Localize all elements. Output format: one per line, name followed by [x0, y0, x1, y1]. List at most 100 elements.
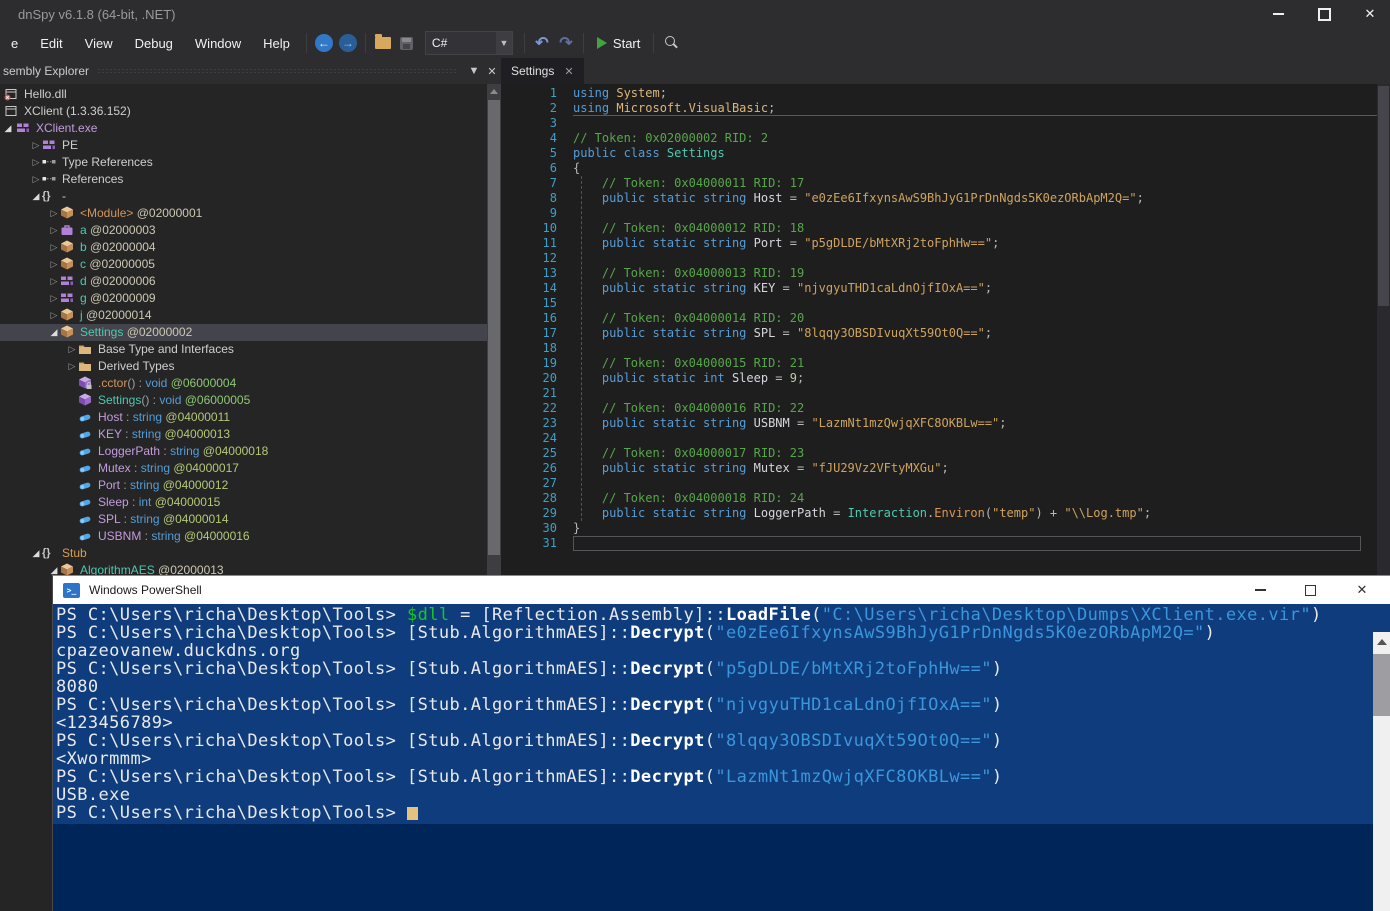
- expand-arrow-icon[interactable]: ▷: [30, 171, 42, 188]
- code-line-8[interactable]: 8 public static string Host = "e0zEe6Ifx…: [501, 191, 1377, 206]
- scrollbar-thumb[interactable]: [1373, 654, 1390, 716]
- code-line-21[interactable]: 21: [501, 386, 1377, 401]
- tree-item-module-class[interactable]: ▷<Module> @02000001: [0, 205, 487, 222]
- tree-item-class-b[interactable]: ▷b @02000004: [0, 239, 487, 256]
- scroll-up-icon[interactable]: [490, 89, 498, 94]
- dnspy-titlebar[interactable]: dnSpy v6.1.8 (64-bit, .NET) ✕: [0, 0, 1390, 28]
- code-line-23[interactable]: 23 public static string USBNM = "LazmNt1…: [501, 416, 1377, 431]
- tree-item-class-d[interactable]: ▷d @02000006: [0, 273, 487, 290]
- navigate-forward-button[interactable]: →: [336, 31, 360, 55]
- save-all-button[interactable]: [395, 31, 419, 55]
- tree-item-namespace-stub[interactable]: ◢{}Stub: [0, 545, 487, 562]
- close-button[interactable]: ✕: [1362, 6, 1378, 22]
- code-line-30[interactable]: 30}: [501, 521, 1377, 536]
- scroll-up-icon[interactable]: [1377, 639, 1387, 645]
- code-line-20[interactable]: 20 public static int Sleep = 9;: [501, 371, 1377, 386]
- console-area[interactable]: PS C:\Users\richa\Desktop\Tools> $dll = …: [53, 604, 1390, 911]
- tree-item-base-type-interfaces[interactable]: ▷Base Type and Interfaces: [0, 341, 487, 358]
- menu-debug[interactable]: Debug: [124, 32, 184, 55]
- code-line-31[interactable]: 31: [501, 536, 1377, 551]
- navigate-back-button[interactable]: ←: [312, 31, 336, 55]
- code-line-5[interactable]: 5public class Settings: [501, 146, 1377, 161]
- tree-item-class-g[interactable]: ▷g @02000009: [0, 290, 487, 307]
- expand-arrow-icon[interactable]: ▷: [48, 256, 60, 273]
- menu-edit[interactable]: Edit: [29, 32, 73, 55]
- code-line-16[interactable]: 16 // Token: 0x04000014 RID: 20: [501, 311, 1377, 326]
- code-line-22[interactable]: 22 // Token: 0x04000016 RID: 22: [501, 401, 1377, 416]
- tree-item-field-spl[interactable]: SPL : string @04000014: [0, 511, 487, 528]
- tree-item-type-references[interactable]: ▷Type References: [0, 154, 487, 171]
- tree-item-references[interactable]: ▷References: [0, 171, 487, 188]
- tree-item-class-settings[interactable]: ◢Settings @02000002: [0, 324, 487, 341]
- code-line-9[interactable]: 9: [501, 206, 1377, 221]
- collapse-arrow-icon[interactable]: ◢: [30, 188, 42, 205]
- tab-close-icon[interactable]: ✕: [564, 65, 573, 78]
- code-line-10[interactable]: 10 // Token: 0x04000012 RID: 18: [501, 221, 1377, 236]
- powershell-titlebar[interactable]: >_ Windows PowerShell ✕: [53, 576, 1390, 604]
- tree-item-class-j[interactable]: ▷j @02000014: [0, 307, 487, 324]
- expand-arrow-icon[interactable]: ▷: [48, 222, 60, 239]
- tree-item-field-usbnm[interactable]: USBNM : string @04000016: [0, 528, 487, 545]
- code-line-3[interactable]: 3: [501, 116, 1377, 131]
- language-selector[interactable]: C# ▼: [425, 31, 513, 55]
- menu-e[interactable]: e: [0, 32, 29, 55]
- scrollbar-thumb[interactable]: [488, 100, 500, 555]
- tree-item-namespace-dash[interactable]: ◢{}-: [0, 188, 487, 205]
- tree-item-hello-dll[interactable]: Hello.dll: [0, 86, 487, 103]
- tree-item-settings-ctor[interactable]: Settings() : void @06000005: [0, 392, 487, 409]
- pane-close-button[interactable]: ✕: [483, 65, 501, 78]
- code-line-14[interactable]: 14 public static string KEY = "njvgyuTHD…: [501, 281, 1377, 296]
- code-line-13[interactable]: 13 // Token: 0x04000013 RID: 19: [501, 266, 1377, 281]
- code-line-1[interactable]: 1using System;: [501, 86, 1377, 101]
- start-debug-button[interactable]: Start: [589, 31, 648, 55]
- expand-arrow-icon[interactable]: ▷: [48, 205, 60, 222]
- expand-arrow-icon[interactable]: ▷: [66, 358, 78, 375]
- code-line-29[interactable]: 29 public static string LoggerPath = Int…: [501, 506, 1377, 521]
- tree-item-pe[interactable]: ▷PE: [0, 137, 487, 154]
- expand-arrow-icon[interactable]: ▷: [30, 154, 42, 171]
- tree-item-field-mutex[interactable]: Mutex : string @04000017: [0, 460, 487, 477]
- tab-settings[interactable]: Settings ✕: [501, 58, 584, 84]
- undo-button[interactable]: ↶: [530, 31, 554, 55]
- code-line-2[interactable]: 2using Microsoft.VisualBasic;: [501, 101, 1377, 116]
- expand-arrow-icon[interactable]: ▷: [66, 341, 78, 358]
- tree-item-xclient-exe[interactable]: ◢XClient.exe: [0, 120, 487, 137]
- tree-item-cctor-method[interactable]: .cctor() : void @06000004: [0, 375, 487, 392]
- code-line-15[interactable]: 15: [501, 296, 1377, 311]
- search-assemblies-button[interactable]: [659, 31, 683, 55]
- redo-button[interactable]: ↷: [554, 31, 578, 55]
- code-line-4[interactable]: 4// Token: 0x02000002 RID: 2: [501, 131, 1377, 146]
- pane-menu-button[interactable]: ▼: [465, 65, 483, 77]
- ps-close-button[interactable]: ✕: [1355, 582, 1369, 598]
- code-line-18[interactable]: 18: [501, 341, 1377, 356]
- code-line-19[interactable]: 19 // Token: 0x04000015 RID: 21: [501, 356, 1377, 371]
- code-line-17[interactable]: 17 public static string SPL = "8lqqy3OBS…: [501, 326, 1377, 341]
- ps-minimize-button[interactable]: [1255, 589, 1269, 591]
- minimize-button[interactable]: [1270, 6, 1286, 22]
- tree-item-class-a[interactable]: ▷a @02000003: [0, 222, 487, 239]
- chevron-down-icon[interactable]: ▼: [496, 32, 512, 54]
- code-line-11[interactable]: 11 public static string Port = "p5gDLDE/…: [501, 236, 1377, 251]
- tree-item-class-c[interactable]: ▷c @02000005: [0, 256, 487, 273]
- expand-arrow-icon[interactable]: ▷: [48, 290, 60, 307]
- code-line-26[interactable]: 26 public static string Mutex = "fJU29Vz…: [501, 461, 1377, 476]
- tree-item-field-host[interactable]: Host : string @04000011: [0, 409, 487, 426]
- expand-arrow-icon[interactable]: ▷: [48, 239, 60, 256]
- code-line-12[interactable]: 12: [501, 251, 1377, 266]
- collapse-arrow-icon[interactable]: ◢: [2, 120, 14, 137]
- code-line-6[interactable]: 6{: [501, 161, 1377, 176]
- expand-arrow-icon[interactable]: ▷: [48, 307, 60, 324]
- tree-item-field-port[interactable]: Port : string @04000012: [0, 477, 487, 494]
- code-line-7[interactable]: 7 // Token: 0x04000011 RID: 17: [501, 176, 1377, 191]
- open-file-button[interactable]: [371, 31, 395, 55]
- menu-help[interactable]: Help: [252, 32, 301, 55]
- ps-maximize-button[interactable]: [1305, 585, 1319, 596]
- expand-arrow-icon[interactable]: ▷: [30, 137, 42, 154]
- menu-view[interactable]: View: [74, 32, 124, 55]
- code-line-24[interactable]: 24: [501, 431, 1377, 446]
- code-line-27[interactable]: 27: [501, 476, 1377, 491]
- scrollbar-thumb[interactable]: [1378, 86, 1389, 306]
- code-line-25[interactable]: 25 // Token: 0x04000017 RID: 23: [501, 446, 1377, 461]
- tree-item-field-key[interactable]: KEY : string @04000013: [0, 426, 487, 443]
- tree-item-field-loggerpath[interactable]: LoggerPath : string @04000018: [0, 443, 487, 460]
